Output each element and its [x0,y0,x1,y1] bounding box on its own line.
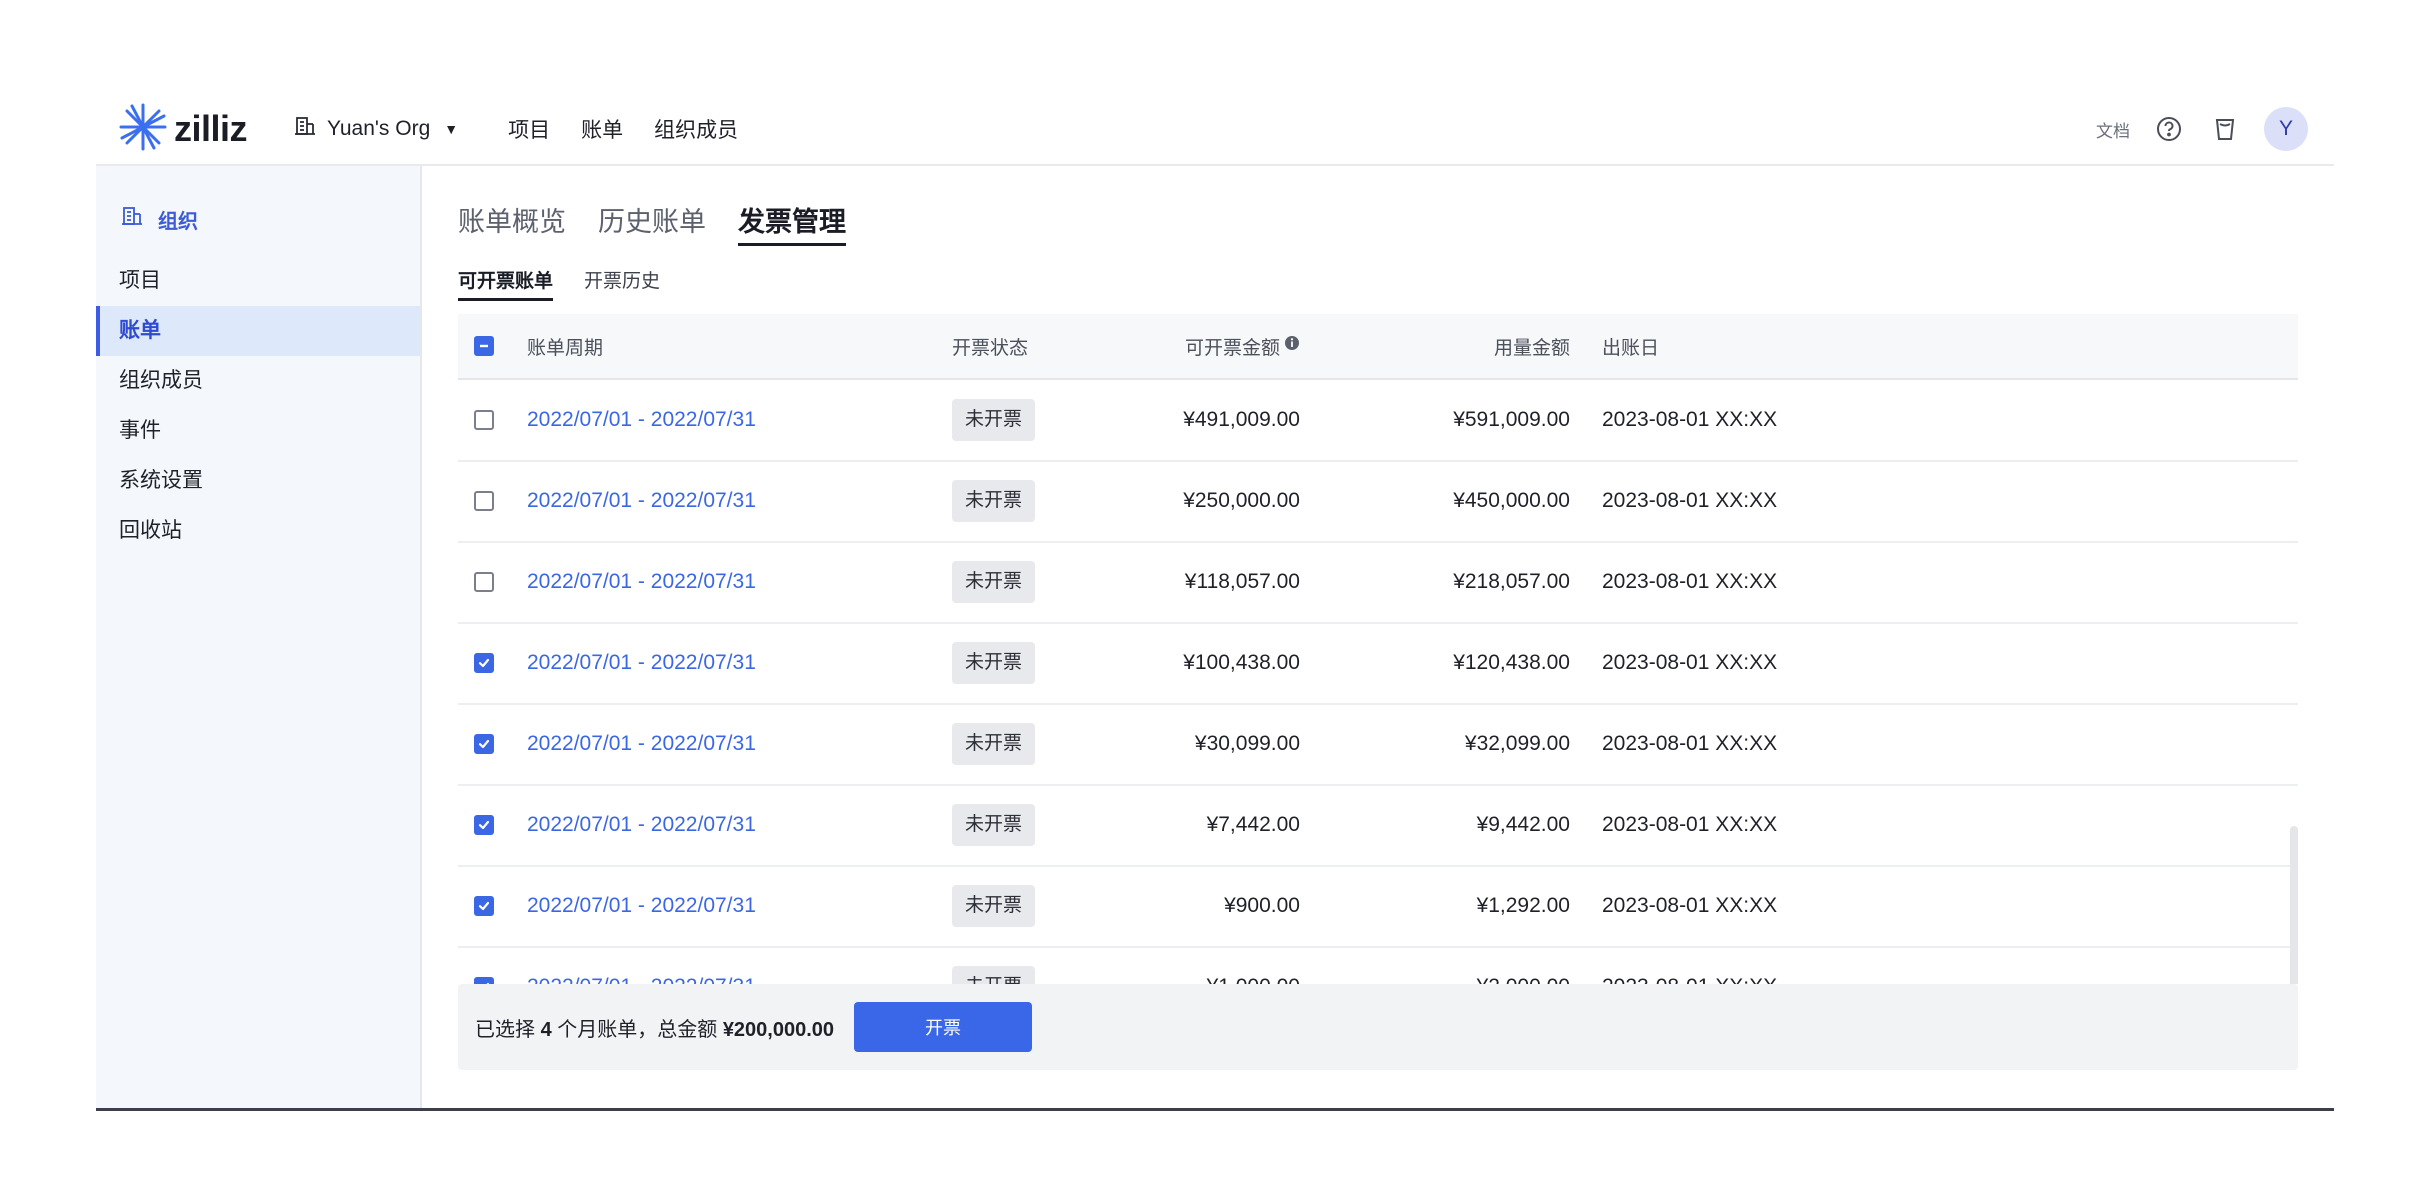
invoice-amount: ¥30,099.00 [1194,732,1300,755]
subtab-invoiceable-bills[interactable]: 可开票账单 [458,266,554,301]
sidebar-item-billing[interactable]: 账单 [96,306,420,356]
usage-amount: ¥450,000.00 [1453,489,1570,512]
bill-date: 2023-08-01 XX:XX [1602,813,1778,836]
user-avatar[interactable]: Y [2264,107,2308,151]
table-row[interactable]: 2022/07/01 - 2022/07/31 未开票 ¥30,099.00 ¥32,… [458,704,2298,786]
row-checkbox[interactable] [474,815,494,835]
caret-down-icon: ▼ [444,121,459,137]
billing-tabs: 账单概览 历史账单 发票管理 [458,200,846,246]
select-all-checkbox[interactable] [474,336,494,356]
table-row[interactable]: 2022/07/01 - 2022/07/31 未开票 ¥118,057.00 ¥21… [458,542,2298,624]
bill-date: 2023-08-01 XX:XX [1602,947,1777,984]
org-name: Yuan's Org [327,117,431,140]
subtab-invoice-history[interactable]: 开票历史 [584,266,660,301]
sidebar-item-recycle-bin[interactable]: 回收站 [96,506,420,556]
docs-link[interactable]: 文档 [2096,117,2130,142]
bill-period-link[interactable]: 2022/07/01 - 2022/07/31 [527,408,756,432]
row-checkbox[interactable] [474,491,494,511]
invoice-amount: ¥250,000.00 [1183,489,1300,512]
building-icon [293,114,317,144]
column-header-bill-date[interactable]: 出账日 [1602,314,1659,378]
selected-count: 4 [540,1018,552,1041]
sidebar-section-org[interactable]: 组织 [120,204,198,234]
brand-logo[interactable]: zilliz [118,102,248,157]
table-row[interactable]: 2022/07/01 - 2022/07/31 未开票 ¥250,000.00 ¥45… [458,461,2298,543]
table-row[interactable]: 2022/07/01 - 2022/07/31 未开票 ¥900.00 ¥1,292.… [458,866,2298,948]
table-scrollbar[interactable] [2290,826,2298,984]
summary-prefix: 已选择 [475,1018,535,1041]
building-icon [120,204,144,234]
top-navigation-bar: zilliz Yuan's Org ▼ 项目 账单 组织成员 文档 Y [96,94,2334,166]
nav-item-members[interactable]: 组织成员 [654,114,738,144]
tab-bill-history[interactable]: 历史账单 [598,200,706,246]
app-window: zilliz Yuan's Org ▼ 项目 账单 组织成员 文档 Y 组织 项… [96,94,2334,1111]
table-row[interactable]: 2022/07/01 - 2022/07/31 未开票 ¥100,438.00 ¥12… [458,623,2298,705]
table-row[interactable]: 2022/07/01 - 2022/07/31未开票¥1,000.00¥2,00… [458,947,2298,984]
invoiceable-bills-table: 账单周期 开票状态 可开票金额 用量金额 出账日 2022/07/01 - 20… [458,314,2298,984]
bill-date: 2023-08-01 XX:XX [1602,894,1778,917]
invoice-subtabs: 可开票账单 开票历史 [458,266,660,301]
row-checkbox[interactable] [474,410,494,430]
bill-period-link[interactable]: 2022/07/01 - 2022/07/31 [527,732,756,756]
bill-period-link[interactable]: 2022/07/01 - 2022/07/31 [527,651,756,675]
bill-date: 2023-08-01 XX:XX [1602,489,1778,512]
table-header: 账单周期 开票状态 可开票金额 用量金额 出账日 [458,314,2298,380]
column-header-usage-amount[interactable]: 用量金额 [1298,314,1570,378]
brand-name: zilliz [174,108,248,149]
row-checkbox[interactable] [474,977,494,984]
selection-summary: 已选择 4 个月账单，总金额 ¥200,000.00 [475,1013,834,1042]
usage-amount: ¥120,438.00 [1453,651,1570,674]
bill-period-link[interactable]: 2022/07/01 - 2022/07/31 [527,489,756,513]
invoice-amount: ¥1,000.00 [998,947,1300,984]
usage-amount: ¥2,000.00 [1298,947,1570,984]
org-switcher[interactable]: Yuan's Org ▼ [293,114,458,144]
column-header-invoice-amount[interactable]: 可开票金额 [1185,333,1280,360]
bill-period-link[interactable]: 2022/07/01 - 2022/07/31 [527,813,756,837]
usage-amount: ¥218,057.00 [1453,570,1570,593]
summary-middle: 个月账单，总金额 [557,1018,718,1041]
sidebar-item-events[interactable]: 事件 [96,406,420,456]
bill-period-link[interactable]: 2022/07/01 - 2022/07/31 [527,894,756,918]
issue-invoice-button[interactable]: 开票 [854,1002,1033,1052]
main-nav: 项目 账单 组织成员 [508,114,738,144]
tab-bill-overview[interactable]: 账单概览 [458,200,566,246]
row-checkbox[interactable] [474,896,494,916]
bill-date: 2023-08-01 XX:XX [1602,570,1778,593]
total-amount: ¥200,000.00 [722,1018,835,1041]
selection-summary-bar: 已选择 4 个月账单，总金额 ¥200,000.00 开票 [458,984,2298,1070]
sidebar-item-projects[interactable]: 项目 [96,256,420,306]
bill-period-link[interactable]: 2022/07/01 - 2022/07/31 [527,975,756,984]
nav-item-billing[interactable]: 账单 [581,114,623,144]
nav-item-projects[interactable]: 项目 [508,114,550,144]
tab-invoice-management[interactable]: 发票管理 [738,200,846,246]
bill-date: 2023-08-01 XX:XX [1602,408,1778,431]
row-checkbox[interactable] [474,572,494,592]
invoice-amount: ¥900.00 [1224,894,1300,917]
usage-amount: ¥1,292.00 [1476,894,1570,917]
header-actions: 文档 Y [2096,107,2308,151]
usage-amount: ¥32,099.00 [1464,732,1570,755]
invoice-amount: ¥491,009.00 [1183,408,1300,431]
table-row[interactable]: 2022/07/01 - 2022/07/31 未开票 ¥491,009.00 ¥59… [458,380,2298,462]
sidebar-section-title: 组织 [158,210,198,233]
trash-icon[interactable] [2208,112,2242,146]
sidebar-item-settings[interactable]: 系统设置 [96,456,420,506]
bill-date: 2023-08-01 XX:XX [1602,732,1778,755]
bill-period-link[interactable]: 2022/07/01 - 2022/07/31 [527,570,756,594]
usage-amount: ¥591,009.00 [1453,408,1570,431]
main-content: 账单概览 历史账单 发票管理 可开票账单 开票历史 账单周期 开票状态 可开票金… [458,166,2304,1106]
sidebar-item-members[interactable]: 组织成员 [96,356,420,406]
zilliz-star-icon [118,102,168,157]
row-checkbox[interactable] [474,653,494,673]
invoice-amount: ¥100,438.00 [1183,651,1300,674]
row-checkbox[interactable] [474,734,494,754]
invoice-amount: ¥118,057.00 [1184,570,1300,593]
column-header-period[interactable]: 账单周期 [527,314,603,378]
sidebar: 组织 项目 账单 组织成员 事件 系统设置 回收站 [96,166,422,1108]
usage-amount: ¥9,442.00 [1476,813,1570,836]
table-row[interactable]: 2022/07/01 - 2022/07/31 未开票 ¥7,442.00 ¥9,44… [458,785,2298,867]
help-icon[interactable] [2152,112,2186,146]
bill-date: 2023-08-01 XX:XX [1602,651,1778,674]
invoice-amount: ¥7,442.00 [1206,813,1300,836]
